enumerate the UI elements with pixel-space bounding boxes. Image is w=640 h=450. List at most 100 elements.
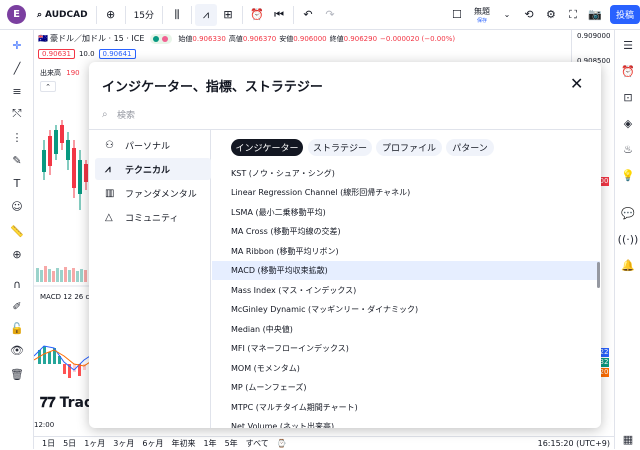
range-button[interactable]: 5年 <box>225 438 238 449</box>
replay-icon[interactable]: ⏮ <box>268 4 290 26</box>
emoji-icon[interactable]: ☺ <box>6 195 28 217</box>
tab-strategies[interactable]: ストラテジー <box>308 139 372 156</box>
user-avatar[interactable]: E <box>7 5 26 24</box>
ruler-icon[interactable]: 📏 <box>6 220 28 242</box>
close-value: 0.906290 <box>343 34 378 43</box>
buy-price-button[interactable]: 0.90641 <box>98 49 136 59</box>
range-button[interactable]: 1年 <box>203 438 216 449</box>
trash-icon[interactable]: 🗑 <box>6 363 28 385</box>
price-tick: 0.909000 <box>577 32 611 40</box>
drawing-toolbar: ✛ ╱ ≡ ⤲ ⋮ ✎ T ☺ 📏 ⊕ ∩ ✐ 🔓 👁 🗑 <box>0 30 34 449</box>
category-community[interactable]: △ コミュニティ <box>95 206 211 228</box>
news-icon[interactable]: ⊡ <box>617 86 639 108</box>
undo-icon[interactable]: ↶ <box>297 4 319 26</box>
lock-icon[interactable]: 🔓 <box>6 317 28 339</box>
redo-icon[interactable]: ↷ <box>319 4 341 26</box>
dialog-title: インジケーター、指標、ストラテジー <box>102 80 323 95</box>
layout-name-button[interactable]: 無題 保存 <box>474 6 490 24</box>
fib-icon[interactable]: ⋮ <box>6 126 28 148</box>
range-button[interactable]: 年初来 <box>171 438 195 449</box>
camera-icon[interactable]: 📷 <box>584 4 606 26</box>
indicators-dialog: インジケーター、指標、ストラテジー ✕ ⌕ ⚇ パーソナル ⩘ テクニカル ▥ … <box>89 62 601 428</box>
list-item[interactable]: Mass Index (マス・インデックス) <box>212 281 600 300</box>
volume-label: 出来高 <box>40 69 61 77</box>
draw-lock-icon[interactable]: ✐ <box>6 295 28 317</box>
tab-profiles[interactable]: プロファイル <box>376 139 442 156</box>
divider <box>293 5 295 24</box>
list-item[interactable]: Net Volume (ネット出来高) <box>212 417 600 428</box>
streams-icon[interactable]: ((·)) <box>617 228 639 250</box>
ideas-icon[interactable]: 💡 <box>617 164 639 186</box>
search-input[interactable] <box>117 108 577 124</box>
candles-icon[interactable]: ⫼ <box>166 4 188 26</box>
list-item[interactable]: KST (ノウ・シュア・シング) <box>212 164 600 183</box>
list-item[interactable]: LSMA (最小二乗移動平均) <box>212 203 600 222</box>
layout-square-icon[interactable]: ☐ <box>446 4 468 26</box>
range-button[interactable]: 6ヶ月 <box>142 438 163 449</box>
fullscreen-icon[interactable]: ⛶ <box>562 4 584 26</box>
list-item[interactable]: MA Cross (移動平均線の交差) <box>212 222 600 241</box>
range-button[interactable]: 5日 <box>63 438 76 449</box>
publish-button[interactable]: 投稿 <box>609 5 640 24</box>
tab-indicators[interactable]: インジケーター <box>231 139 303 156</box>
category-technical[interactable]: ⩘ テクニカル <box>95 158 211 180</box>
list-item[interactable]: MA Ribbon (移動平均リボン) <box>212 242 600 261</box>
pattern-icon[interactable]: ⤲ <box>6 103 28 125</box>
layers-icon[interactable]: ◈ <box>617 112 639 134</box>
macd-legend: MACD 12 26 cl <box>40 293 92 301</box>
quick-search-icon[interactable]: ⟲ <box>518 4 540 26</box>
range-button[interactable]: 1日 <box>42 438 55 449</box>
list-item-selected[interactable]: MACD (移動平均収束拡散) <box>212 261 600 280</box>
indicators-icon[interactable]: ⩘ <box>195 3 218 26</box>
chevron-down-icon[interactable]: ⌄ <box>496 4 518 26</box>
signal-line <box>34 349 90 367</box>
watchlist-icon[interactable]: ☰ <box>617 34 639 56</box>
list-item[interactable]: MFI (マネーフローインデックス) <box>212 339 600 358</box>
top-toolbar: E ⌕ AUDCAD ⊕ 15分 ⫼ ⩘ ⊞ ⏰ ⏮ ↶ ↷ ☐ 無題 保存 ⌄… <box>0 0 640 30</box>
list-item[interactable]: Median (中央値) <box>212 320 600 339</box>
collapse-legend-button[interactable]: ⌃ <box>40 81 56 92</box>
sell-price-button[interactable]: 0.90631 <box>38 49 75 59</box>
magnet-icon[interactable]: ∩ <box>6 273 28 295</box>
interval-button[interactable]: 15分 <box>129 4 159 26</box>
list-item[interactable]: MOM (モメンタム) <box>212 359 600 378</box>
community-icon: △ <box>105 211 113 223</box>
trend-line-icon[interactable]: ╱ <box>6 57 28 79</box>
symbol-search-button[interactable]: ⌕ AUDCAD <box>32 4 93 26</box>
alerts-clock-icon[interactable]: ⏰ <box>617 60 639 82</box>
candles <box>42 120 88 210</box>
templates-grid-icon[interactable]: ⊞ <box>217 4 239 26</box>
category-personal[interactable]: ⚇ パーソナル <box>95 134 211 156</box>
search-row: ⌕ <box>89 102 601 130</box>
crosshair-icon[interactable]: ✛ <box>6 34 28 56</box>
close-icon[interactable]: ✕ <box>570 74 583 93</box>
tab-patterns[interactable]: パターン <box>446 139 494 156</box>
brush-icon[interactable]: ✎ <box>6 149 28 171</box>
list-item[interactable]: Linear Regression Channel (線形回帰チャネル) <box>212 183 600 202</box>
list-scrollbar[interactable] <box>597 262 600 288</box>
date-range-icon[interactable]: ⌚ <box>277 439 287 448</box>
zoom-in-icon[interactable]: ⊕ <box>6 243 28 265</box>
range-button[interactable]: 3ヶ月 <box>113 438 134 449</box>
calendar-icon[interactable]: ▦ <box>617 428 639 450</box>
divider <box>162 5 164 24</box>
eye-icon[interactable]: 👁 <box>6 339 28 361</box>
range-button[interactable]: すべて <box>246 438 269 449</box>
chat-icon[interactable]: 💬 <box>617 202 639 224</box>
list-item[interactable]: McGinley Dynamic (マッギンリー・ダイナミック) <box>212 300 600 319</box>
compare-add-icon[interactable]: ⊕ <box>100 4 122 26</box>
market-status-dot <box>150 33 173 44</box>
text-icon[interactable]: T <box>6 172 28 194</box>
alert-icon[interactable]: ⏰ <box>246 4 268 26</box>
notifications-icon[interactable]: 🔔 <box>617 254 639 276</box>
category-fundamental[interactable]: ▥ ファンダメンタル <box>95 182 211 204</box>
settings-gear-icon[interactable]: ⚙ <box>540 4 562 26</box>
hotlist-icon[interactable]: ♨ <box>617 138 639 160</box>
trade-buttons: 0.90631 10.0 0.90641 <box>38 49 136 59</box>
category-label: ファンダメンタル <box>125 189 197 200</box>
list-item[interactable]: MP (ムーンフェーズ) <box>212 378 600 397</box>
range-button[interactable]: 1ヶ月 <box>84 438 105 449</box>
horizontal-lines-icon[interactable]: ≡ <box>6 80 28 102</box>
clock[interactable]: 16:15:20 (UTC+9) <box>538 439 610 448</box>
list-item[interactable]: MTPC (マルチタイム期間チャート) <box>212 398 600 417</box>
